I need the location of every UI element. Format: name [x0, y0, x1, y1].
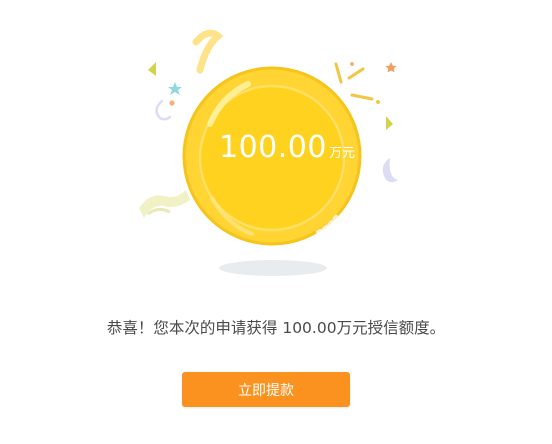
star-icon-orange	[385, 62, 397, 73]
withdraw-now-button[interactable]: 立即提款	[182, 372, 350, 407]
celebration-illustration: 100.00 万元	[0, 0, 552, 300]
confetti-dot-orange-right	[350, 62, 354, 66]
confetti-stick-gold-2	[347, 67, 365, 80]
congratulation-message: 恭喜！您本次的申请获得 100.00万元授信额度。	[106, 319, 446, 337]
confetti-stick-gold-1	[334, 62, 343, 84]
confetti-dot-yellow-right	[376, 100, 380, 104]
confetti-leaf-olive	[148, 62, 156, 76]
coin-amount-unit: 万元	[328, 146, 355, 161]
star-icon	[168, 82, 182, 95]
coin-amount-value: 100.00	[219, 130, 327, 165]
confetti-ribbon-left	[139, 190, 190, 218]
confetti-dot-orange-left	[169, 100, 175, 106]
confetti-curl-lilac-left	[155, 99, 172, 121]
confetti-curl-lilac-right	[382, 158, 398, 183]
confetti-curl-yellow	[192, 29, 224, 74]
coin-amount: 100.00 万元	[207, 130, 367, 176]
confetti-ribbon-left-2	[147, 207, 171, 216]
confetti-leaf-olive-right	[386, 116, 393, 130]
coin-shadow	[219, 260, 327, 276]
confetti-stick-gold-3	[350, 93, 374, 101]
